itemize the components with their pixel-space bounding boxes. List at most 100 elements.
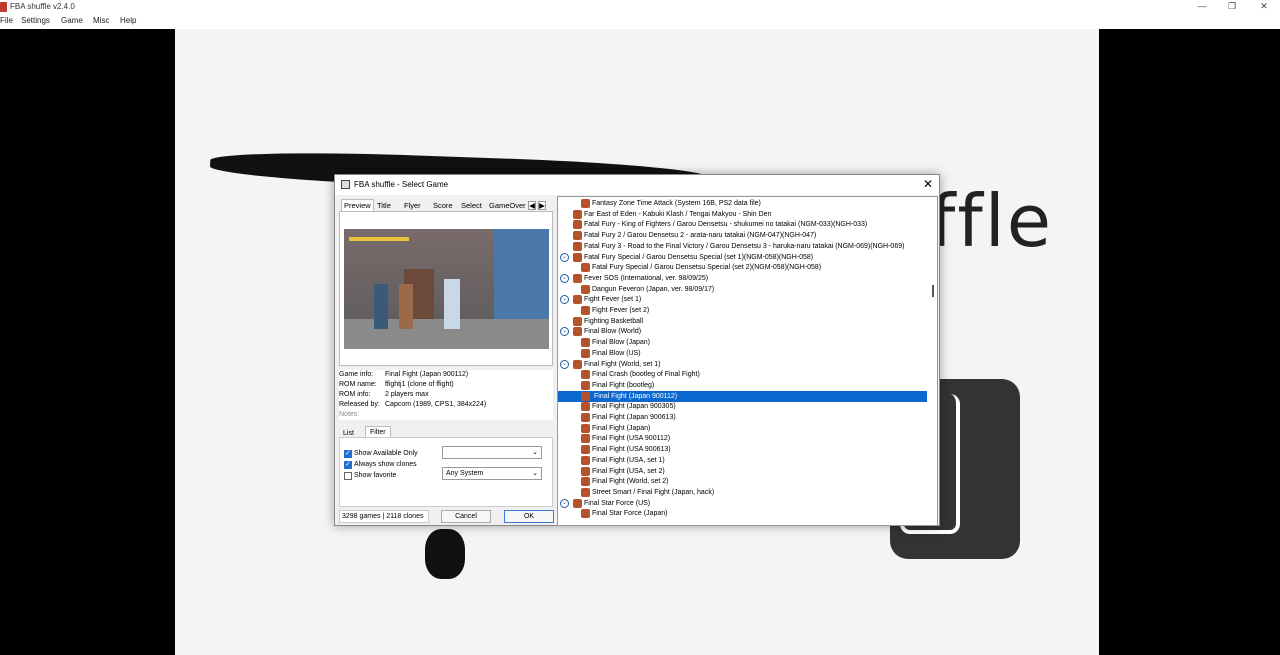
game-label: Final Fight (Japan 900613) (592, 414, 676, 421)
expand-toggle-icon[interactable]: ⌄ (560, 252, 569, 262)
system-combo[interactable]: Any System ⌄ (442, 467, 542, 480)
preview-panel (339, 211, 553, 366)
expand-toggle-icon[interactable]: ⌄ (560, 295, 569, 305)
expand-toggle-icon[interactable]: ⌄ (560, 359, 569, 369)
game-row[interactable]: ⌄ Final Fight (World, set 1) (558, 359, 937, 370)
game-row[interactable]: ⌄ Fatal Fury Special / Garou Densetsu Spe… (558, 252, 937, 263)
game-row[interactable]: ⌄ Final Star Force (US) (558, 498, 937, 509)
game-row[interactable]: Final Fight (Japan 900305) (558, 401, 937, 412)
menu-misc[interactable]: Misc (93, 16, 109, 25)
menu-settings[interactable]: Settings (21, 16, 50, 25)
game-row[interactable]: Fatal Fury 2 / Garou Densetsu 2 - arata-… (558, 230, 937, 241)
filter-panel: Show Available Only Always show clones S… (339, 437, 553, 507)
expand-toggle-icon[interactable]: ⌄ (560, 498, 569, 508)
game-row[interactable]: Final Crash (bootleg of Final Fight) (558, 369, 937, 380)
tab-scroll-right-icon[interactable]: ▶ (538, 201, 546, 210)
always-show-clones-checkbox[interactable] (344, 460, 352, 469)
game-label: Dangun Feveron (Japan, ver. 98/09/17) (592, 285, 715, 293)
game-row[interactable]: Final Fight (USA 900613) (558, 444, 937, 455)
tab-preview[interactable]: Preview (341, 199, 374, 211)
restore-button[interactable]: ❐ (1217, 0, 1247, 14)
game-label: Final Fight (World, set 2) (592, 478, 669, 486)
game-row[interactable]: Final Fight (Japan) (558, 423, 937, 434)
game-label: Far East of Eden - Kabuki Klash / Tengai… (584, 210, 772, 218)
minimize-button[interactable]: — (1187, 0, 1217, 14)
menu-game[interactable]: Game (61, 16, 83, 25)
menu-file[interactable]: File (0, 16, 13, 25)
rom-name-label: ROM name: (339, 381, 377, 388)
game-label: Final Blow (Japan) (592, 339, 650, 347)
filter-combo-empty[interactable]: ⌄ (442, 446, 542, 459)
game-label: Final Blow (World) (584, 328, 642, 336)
game-row[interactable]: Fight Fever (set 2) (558, 305, 937, 316)
game-icon (581, 263, 590, 273)
game-label: Fatal Fury 3 - Road to the Final Victory… (584, 242, 905, 250)
game-row[interactable]: Final Fight (USA, set 2) (558, 466, 937, 477)
notes-label: Notes: (339, 411, 360, 418)
show-available-checkbox[interactable] (344, 449, 352, 458)
game-row[interactable]: Street Smart / Final Fight (Japan, hack) (558, 487, 937, 498)
tab-select[interactable]: Select (461, 201, 482, 210)
game-row[interactable]: Final Fight (USA 900112) (558, 433, 937, 444)
game-icon (581, 434, 590, 444)
game-row[interactable]: ⌄ Fever SOS (International, ver. 98/09/25… (558, 273, 937, 284)
scrollbar-thumb[interactable] (932, 285, 934, 297)
released-label: Released by: (339, 401, 380, 408)
always-show-clones-label: Always show clones (354, 461, 417, 468)
dialog-icon (341, 180, 350, 189)
game-icon (581, 338, 590, 348)
game-row[interactable]: ⌄ Final Blow (World) (558, 326, 937, 337)
tab-gameover[interactable]: GameOver (489, 201, 526, 210)
app-icon (0, 2, 7, 12)
game-row[interactable]: Fatal Fury Special / Garou Densetsu Spec… (558, 262, 937, 273)
game-row[interactable]: Final Blow (US) (558, 348, 937, 359)
tab-score[interactable]: Score (433, 201, 453, 210)
game-label: Final Star Force (US) (584, 499, 651, 507)
game-row[interactable]: Final Fight (World, set 2) (558, 476, 937, 487)
close-button[interactable]: ✕ (1249, 0, 1279, 14)
app-window: FBA shuffle v2.4.0 — ❐ ✕ File Settings G… (0, 0, 1280, 655)
tab-scroll-left-icon[interactable]: ◀ (528, 201, 536, 210)
game-row[interactable]: Fatal Fury 3 - Road to the Final Victory… (558, 241, 937, 252)
dialog-close-button[interactable]: ✕ (921, 177, 935, 191)
game-icon (581, 370, 590, 380)
game-row[interactable]: Far East of Eden - Kabuki Klash / Tengai… (558, 209, 937, 220)
menu-bar: File Settings Game Misc Help (0, 14, 1280, 29)
game-label: Fight Fever (set 2) (592, 307, 650, 314)
preview-tabs: Preview Title Flyer Score Select GameOve… (341, 199, 551, 211)
game-icon (573, 295, 582, 305)
tab-title[interactable]: Title (377, 201, 391, 210)
show-favorite-label: Show favorite (354, 472, 397, 479)
menu-help[interactable]: Help (120, 16, 136, 25)
game-label: Fight Fever (set 1) (584, 296, 642, 304)
game-label: Fighting Basketball (584, 317, 644, 325)
expand-toggle-icon[interactable]: ⌄ (560, 327, 569, 337)
expand-toggle-icon[interactable]: ⌄ (560, 273, 569, 283)
game-label: Fantasy Zone Time Attack (System 16B, PS… (592, 200, 761, 207)
tab-flyer[interactable]: Flyer (404, 201, 421, 210)
show-favorite-checkbox[interactable] (344, 472, 352, 480)
game-label: Final Fight (USA 900613) (592, 446, 671, 454)
game-row[interactable]: Final Fight (Japan 900112) (558, 390, 927, 402)
game-row[interactable]: Dangun Feveron (Japan, ver. 98/09/17) (558, 284, 937, 295)
game-row[interactable]: Fighting Basketball (558, 316, 937, 327)
game-row[interactable]: Fatal Fury - King of Fighters / Garou De… (558, 219, 937, 230)
game-row[interactable]: Final Fight (Japan 900613) (558, 412, 937, 423)
game-row[interactable]: Final Fight (bootleg) (558, 380, 937, 391)
game-row[interactable]: Final Star Force (Japan) (558, 508, 937, 519)
select-game-dialog: FBA shuffle - Select Game ✕ Preview Titl… (334, 174, 940, 526)
game-row[interactable]: Final Fight (USA, set 1) (558, 455, 937, 466)
game-row[interactable]: Fantasy Zone Time Attack (System 16B, PS… (558, 198, 937, 209)
game-row[interactable]: Final Blow (Japan) (558, 337, 937, 348)
rom-info-value: 2 players max (385, 391, 429, 398)
game-row[interactable]: ⌄ Fight Fever (set 1) (558, 294, 937, 305)
game-label: Final Fight (bootleg) (592, 381, 655, 389)
game-label: Fatal Fury Special / Garou Densetsu Spec… (584, 253, 814, 261)
tab-list[interactable]: List (343, 430, 354, 437)
game-icon (573, 220, 582, 230)
ok-button[interactable]: OK (504, 510, 554, 523)
game-icon (573, 209, 582, 219)
cancel-button[interactable]: Cancel (441, 510, 491, 523)
game-tree-list[interactable]: Fantasy Zone Time Attack (System 16B, PS… (557, 196, 938, 526)
game-icon (573, 231, 582, 241)
